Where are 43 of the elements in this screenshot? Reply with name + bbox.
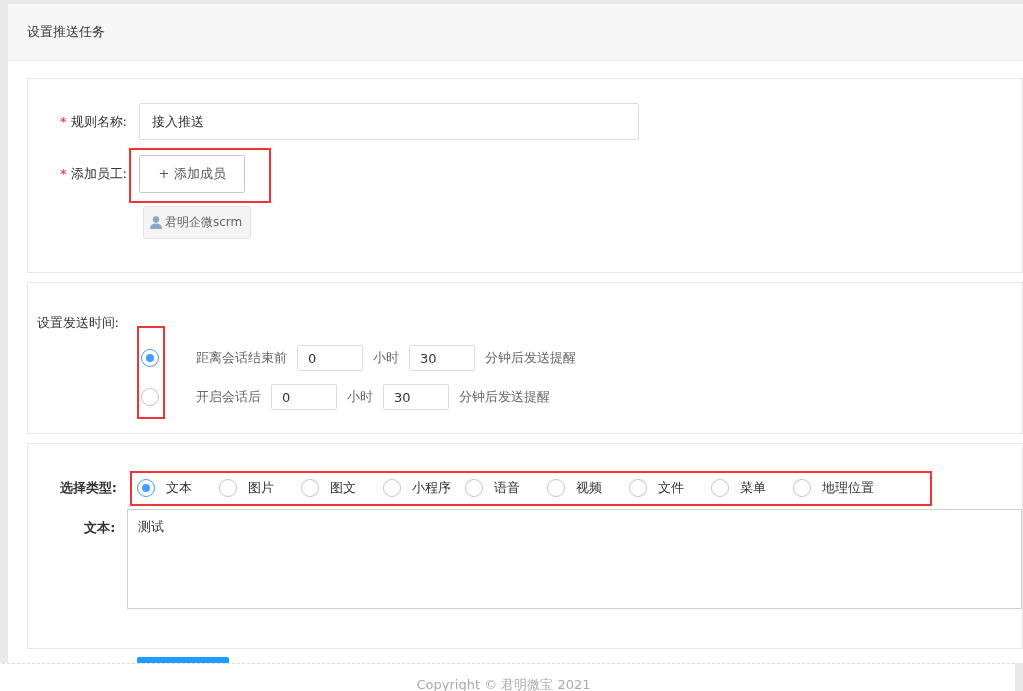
submit-button[interactable] <box>137 657 229 663</box>
radio-button[interactable] <box>137 479 155 498</box>
minutes-field[interactable]: 30 <box>383 384 449 411</box>
field-label: * 规则名称: <box>59 112 128 131</box>
page-title: 设置推送任务 <box>27 23 105 42</box>
type-option[interactable]: 图文 <box>301 479 383 498</box>
radio-button[interactable] <box>219 479 237 498</box>
type-option[interactable]: 小程序 <box>383 479 465 498</box>
minutes-field[interactable]: 30 <box>409 345 475 372</box>
radio-button[interactable] <box>383 479 401 498</box>
type-option[interactable]: 菜单 <box>711 479 793 498</box>
type-option[interactable]: 图片 <box>219 479 301 498</box>
field-label: 设置发送时间: <box>35 314 120 333</box>
field-label: 选择类型: <box>58 479 118 498</box>
type-option[interactable]: 语音 <box>465 479 547 498</box>
type-option[interactable]: 文件 <box>629 479 711 498</box>
radio-button[interactable] <box>547 479 565 498</box>
radio-button[interactable] <box>141 349 159 368</box>
type-option[interactable]: 文本 <box>137 479 219 498</box>
type-option[interactable]: 视频 <box>547 479 629 498</box>
radio-button[interactable] <box>793 479 811 498</box>
copyright-text: Copyright © 君明微宝 2021 <box>416 676 591 691</box>
hours-field[interactable]: 0 <box>297 345 363 372</box>
radio-button[interactable] <box>141 388 159 407</box>
member-tag: 君明企微scrm <box>143 206 252 240</box>
type-option[interactable]: 地理位置 <box>793 479 875 498</box>
user-icon <box>150 216 162 230</box>
hours-field[interactable]: 0 <box>271 384 337 411</box>
field-label: * 添加员工: <box>59 165 128 184</box>
option-label: 开启会话后 <box>196 388 261 407</box>
message-text-field[interactable]: 测试 <box>127 509 1022 610</box>
radio-button[interactable] <box>465 479 483 498</box>
unit-label: 小时 <box>373 349 399 368</box>
radio-button[interactable] <box>301 479 319 498</box>
option-label: 分钟后发送提醒 <box>459 388 550 407</box>
radio-button[interactable] <box>629 479 647 498</box>
radio-button[interactable] <box>711 479 729 498</box>
field-label: 文本: <box>83 519 117 538</box>
rule-name-field[interactable]: 接入推送 <box>139 103 639 141</box>
add-member-button[interactable]: + 添加成员 <box>139 155 245 194</box>
option-label: 距离会话结束前 <box>196 349 287 368</box>
unit-label: 小时 <box>347 388 373 407</box>
option-label: 分钟后发送提醒 <box>485 349 576 368</box>
